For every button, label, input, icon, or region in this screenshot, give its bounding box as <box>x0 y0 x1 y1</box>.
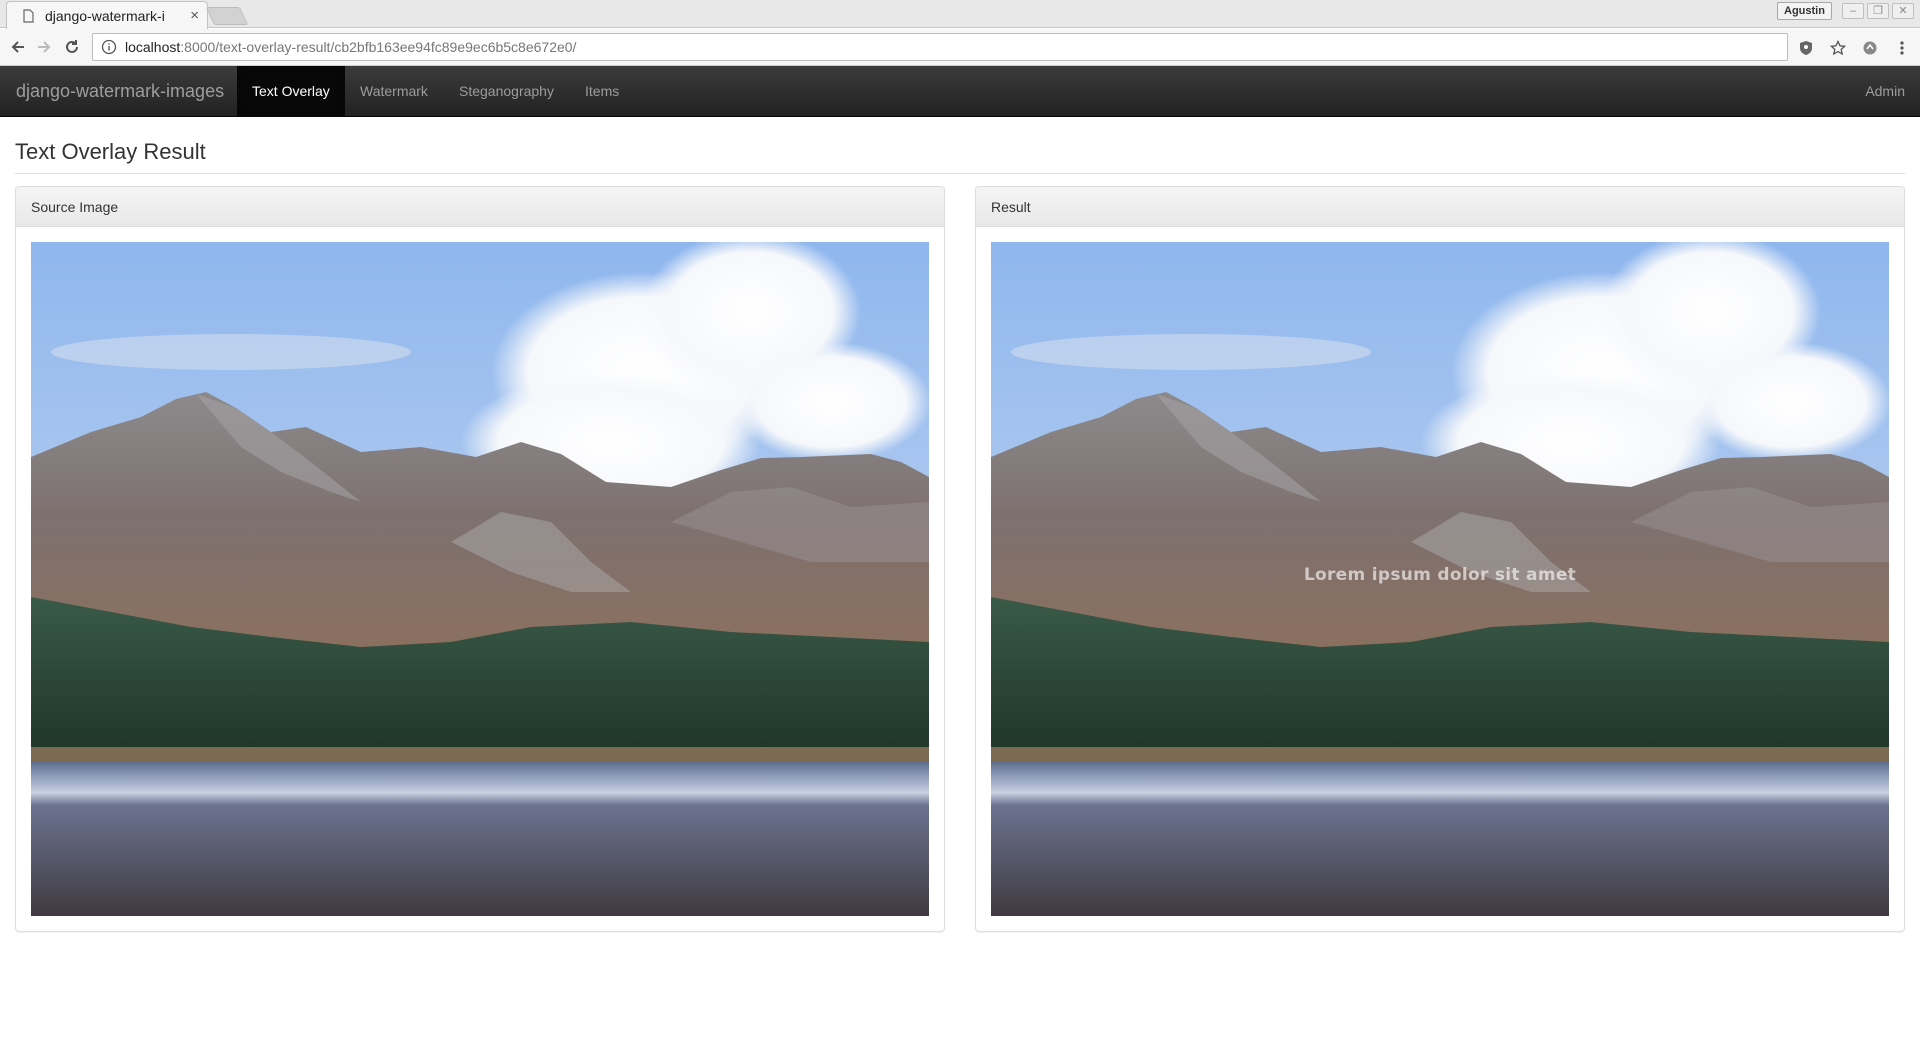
forward-icon[interactable] <box>34 37 54 57</box>
site-navbar: django-watermark-images Text Overlay Wat… <box>0 66 1920 117</box>
url-host: localhost <box>125 39 181 55</box>
window-close-icon[interactable]: ✕ <box>1892 3 1914 19</box>
menu-icon[interactable] <box>1892 38 1912 58</box>
minimize-icon[interactable]: – <box>1842 3 1864 19</box>
source-panel-heading: Source Image <box>16 187 944 227</box>
source-image-panel: Source Image <box>15 186 945 932</box>
title-divider <box>15 173 1905 174</box>
tab-title: django-watermark-i <box>45 7 165 24</box>
nav-text-overlay[interactable]: Text Overlay <box>237 66 345 116</box>
info-icon[interactable] <box>101 39 117 55</box>
page-icon <box>23 8 37 23</box>
address-bar[interactable]: localhost:8000/text-overlay-result/cb2bf… <box>92 33 1788 61</box>
shield-icon[interactable] <box>1796 38 1816 58</box>
nav-steganography[interactable]: Steganography <box>444 66 569 116</box>
tab-close-icon[interactable]: × <box>190 8 199 23</box>
source-image <box>31 242 929 916</box>
bookmark-star-icon[interactable] <box>1828 38 1848 58</box>
nav-watermark[interactable]: Watermark <box>345 66 443 116</box>
browser-tab-strip: django-watermark-i × Agustin – ❐ ✕ <box>0 0 1920 29</box>
nav-items[interactable]: Items <box>570 66 634 116</box>
browser-toolbar: localhost:8000/text-overlay-result/cb2bf… <box>0 29 1920 66</box>
url-path: :8000/text-overlay-result/cb2bfb163ee94f… <box>180 39 577 55</box>
back-icon[interactable] <box>8 37 28 57</box>
browser-tab[interactable]: django-watermark-i × <box>6 1 208 29</box>
overlay-text: Lorem ipsum dolor sit amet <box>1303 565 1577 585</box>
new-tab-button[interactable] <box>205 7 249 25</box>
restore-icon[interactable]: ❐ <box>1867 3 1889 19</box>
page-title: Text Overlay Result <box>15 139 206 164</box>
result-image: Lorem ipsum dolor sit amet <box>991 242 1889 916</box>
extension-icon[interactable] <box>1860 38 1880 58</box>
reload-icon[interactable] <box>62 37 82 57</box>
result-panel-heading: Result <box>976 187 1904 227</box>
profile-button[interactable]: Agustin <box>1777 2 1832 20</box>
result-panel: Result Lorem ipsum dolor sit amet <box>975 186 1905 932</box>
brand-link[interactable]: django-watermark-images <box>16 66 224 116</box>
nav-admin[interactable]: Admin <box>1865 66 1905 116</box>
